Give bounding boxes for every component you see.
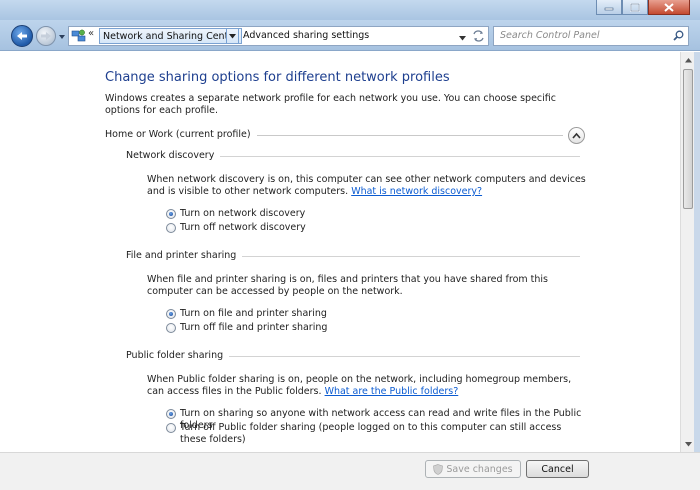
- minimize-button[interactable]: [596, 0, 622, 15]
- what-is-network-discovery-link[interactable]: What is network discovery?: [351, 186, 482, 197]
- back-arrow-icon: [17, 32, 27, 40]
- window-controls: [596, 0, 690, 15]
- forward-arrow-icon: [41, 32, 51, 40]
- window-titlebar: [0, 0, 700, 20]
- save-changes-button[interactable]: Save changes: [425, 460, 521, 478]
- address-bar[interactable]: « Network and Sharing Center Advanced sh…: [68, 26, 489, 46]
- uac-shield-icon: [433, 463, 444, 475]
- recent-locations-chevron[interactable]: «: [88, 28, 94, 39]
- network-discovery-description: When network discovery is on, this compu…: [147, 174, 587, 198]
- cancel-button[interactable]: Cancel: [526, 460, 589, 478]
- radio-button[interactable]: [166, 409, 176, 419]
- radio-label: Turn on network discovery: [180, 208, 306, 219]
- profile-label: Home or Work (current profile): [105, 129, 257, 140]
- radio-button[interactable]: [166, 223, 176, 233]
- radio-file-printer-sharing-off[interactable]: Turn off file and printer sharing: [166, 322, 586, 334]
- search-placeholder: Search Control Panel: [500, 30, 600, 41]
- search-icon[interactable]: [673, 30, 684, 44]
- footer-bar: Save changes Cancel: [0, 452, 700, 490]
- radio-label: Turn off file and printer sharing: [180, 322, 328, 333]
- forward-button[interactable]: [36, 26, 56, 46]
- breadcrumb-network-sharing-center[interactable]: Network and Sharing Center: [99, 28, 243, 44]
- minimize-icon: [604, 7, 614, 11]
- public-folder-sharing-heading: Public folder sharing: [126, 350, 580, 362]
- radio-label: Turn off network discovery: [180, 222, 306, 233]
- maximize-button[interactable]: [622, 0, 648, 15]
- close-icon: [664, 2, 674, 12]
- public-folder-sharing-description: When Public folder sharing is on, people…: [147, 374, 587, 398]
- recent-pages-button[interactable]: [58, 32, 66, 43]
- page-intro: Windows creates a separate network profi…: [105, 93, 556, 116]
- collapse-profile-button[interactable]: [568, 127, 585, 144]
- radio-label: Turn off Public folder sharing (people l…: [180, 422, 562, 445]
- network-discovery-heading: Network discovery: [126, 150, 580, 162]
- cancel-label: Cancel: [541, 463, 574, 475]
- refresh-icon: [473, 30, 484, 42]
- radio-button[interactable]: [166, 423, 176, 433]
- refresh-button[interactable]: [472, 30, 485, 45]
- settings-content: Change sharing options for different net…: [0, 52, 680, 452]
- section-label: File and printer sharing: [126, 250, 243, 261]
- scroll-up-button[interactable]: [682, 53, 694, 67]
- description-text: When file and printer sharing is on, fil…: [147, 274, 548, 297]
- scrollbar-thumb[interactable]: [683, 69, 693, 209]
- section-label: Public folder sharing: [126, 350, 230, 361]
- collapse-icon: [572, 132, 581, 139]
- scroll-up-icon: [684, 57, 692, 62]
- dropdown-icon: [459, 36, 466, 41]
- radio-network-discovery-off[interactable]: Turn off network discovery: [166, 222, 586, 234]
- profile-header: Home or Work (current profile): [105, 127, 585, 144]
- window-frame-edge: [694, 52, 700, 490]
- radio-file-printer-sharing-on[interactable]: Turn on file and printer sharing: [166, 308, 586, 320]
- recent-pages-icon: [59, 35, 65, 39]
- page-title: Change sharing options for different net…: [105, 70, 450, 85]
- file-printer-sharing-heading: File and printer sharing: [126, 250, 580, 262]
- back-button[interactable]: [11, 25, 33, 47]
- what-are-public-folders-link[interactable]: What are the Public folders?: [325, 386, 459, 397]
- search-box[interactable]: Search Control Panel: [493, 26, 689, 46]
- close-button[interactable]: [648, 0, 690, 15]
- network-icon: [71, 29, 86, 46]
- radio-button[interactable]: [166, 309, 176, 319]
- radio-public-folder-sharing-off[interactable]: Turn off Public folder sharing (people l…: [166, 422, 586, 446]
- radio-label: Turn on file and printer sharing: [180, 308, 327, 319]
- radio-button[interactable]: [166, 209, 176, 219]
- navigation-bar: « Network and Sharing Center Advanced sh…: [0, 20, 700, 51]
- chevron-down-icon: [229, 33, 236, 38]
- breadcrumb-advanced-sharing-settings[interactable]: Advanced sharing settings: [240, 28, 372, 44]
- section-label: Network discovery: [126, 150, 221, 161]
- vertical-scrollbar[interactable]: [680, 52, 694, 452]
- maximize-icon: [630, 2, 640, 12]
- file-printer-sharing-description: When file and printer sharing is on, fil…: [147, 274, 587, 298]
- address-history-dropdown[interactable]: [459, 33, 466, 44]
- scroll-down-icon: [684, 441, 692, 446]
- save-changes-label: Save changes: [446, 463, 513, 475]
- breadcrumb-dropdown[interactable]: [226, 28, 239, 44]
- radio-button[interactable]: [166, 323, 176, 333]
- scroll-down-button[interactable]: [682, 437, 694, 451]
- radio-network-discovery-on[interactable]: Turn on network discovery: [166, 208, 586, 220]
